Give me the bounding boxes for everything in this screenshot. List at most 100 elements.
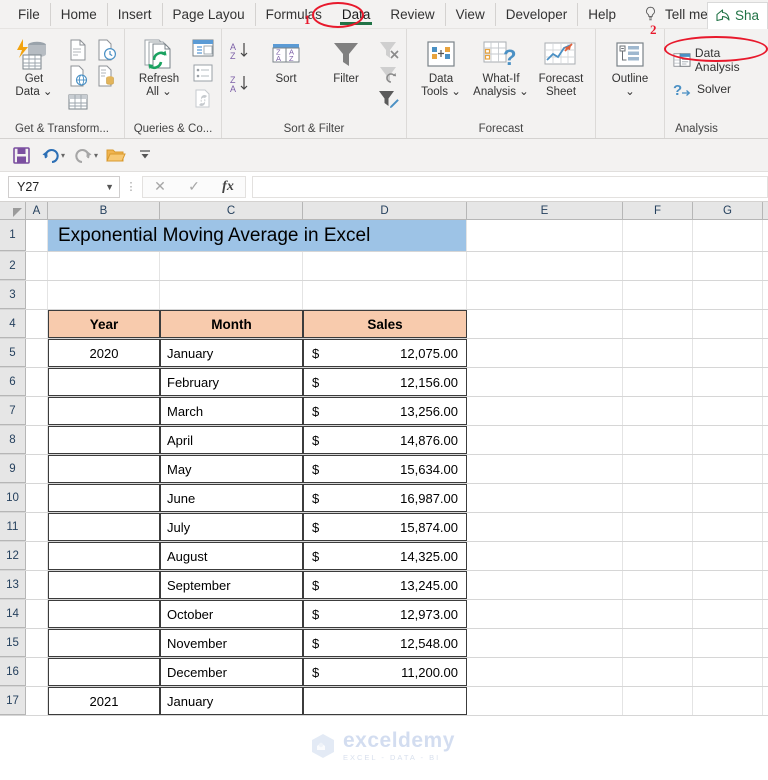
column-header-e[interactable]: E (467, 202, 623, 219)
row-header-2[interactable]: 2 (0, 252, 26, 280)
cell-g17[interactable] (693, 687, 763, 715)
row-header-14[interactable]: 14 (0, 600, 26, 628)
cell-month-17[interactable]: January (160, 687, 303, 715)
cell-g3[interactable] (693, 281, 763, 309)
cell-sales-6[interactable]: $12,156.00 (303, 368, 467, 396)
column-header-a[interactable]: A (26, 202, 48, 219)
sort-button[interactable]: Z A A Z Sort (257, 35, 315, 88)
cell-e8[interactable] (467, 426, 623, 454)
row-header-12[interactable]: 12 (0, 542, 26, 570)
cell-g4[interactable] (693, 310, 763, 338)
cell-f14[interactable] (623, 600, 693, 628)
data-tools-button[interactable]: Data Tools ⌄ (412, 35, 470, 101)
insert-function-icon[interactable]: fx (211, 179, 245, 195)
reapply-filter-icon[interactable] (377, 63, 401, 87)
cell-e2[interactable] (467, 252, 623, 280)
cell-g2[interactable] (693, 252, 763, 280)
cell-a8[interactable] (26, 426, 48, 454)
row-header-5[interactable]: 5 (0, 339, 26, 367)
cell-sales-5[interactable]: $12,075.00 (303, 339, 467, 367)
open-folder-icon[interactable] (103, 143, 129, 167)
name-box[interactable]: Y27 ▼ (8, 175, 120, 198)
cell-e9[interactable] (467, 455, 623, 483)
forecast-sheet-button[interactable]: Forecast Sheet (532, 35, 590, 101)
cell-e16[interactable] (467, 658, 623, 686)
cell-a11[interactable] (26, 513, 48, 541)
row-header-7[interactable]: 7 (0, 397, 26, 425)
table-header-month[interactable]: Month (160, 310, 303, 338)
data-analysis-button[interactable]: Data Analysis (670, 45, 763, 75)
tab-review[interactable]: Review (380, 3, 444, 26)
cell-month-13[interactable]: September (160, 571, 303, 599)
tab-developer[interactable]: Developer (494, 2, 578, 26)
row-header-9[interactable]: 9 (0, 455, 26, 483)
sort-ascending-icon[interactable]: A Z (229, 41, 253, 66)
cell-a7[interactable] (26, 397, 48, 425)
cell-g14[interactable] (693, 600, 763, 628)
from-table-range-icon[interactable] (65, 90, 91, 114)
cell-sales-15[interactable]: $12,548.00 (303, 629, 467, 657)
cell-f7[interactable] (623, 397, 693, 425)
cell-month-14[interactable]: October (160, 600, 303, 628)
cell-e4[interactable] (467, 310, 623, 338)
cell-title-merged[interactable]: Exponential Moving Average in Excel (48, 220, 467, 251)
save-icon[interactable] (8, 143, 34, 167)
formula-bar-grip[interactable]: ⋮ (120, 180, 142, 193)
cell-e17[interactable] (467, 687, 623, 715)
confirm-entry-icon[interactable]: ✓ (177, 178, 211, 195)
cell-month-12[interactable]: August (160, 542, 303, 570)
cell-sales-10[interactable]: $16,987.00 (303, 484, 467, 512)
cell-g10[interactable] (693, 484, 763, 512)
cell-year-7[interactable] (48, 397, 160, 425)
cell-year-6[interactable] (48, 368, 160, 396)
row-header-1[interactable]: 1 (0, 220, 26, 251)
cell-a2[interactable] (26, 252, 48, 280)
get-data-button[interactable]: Get Data ⌄ (5, 35, 63, 101)
cell-e15[interactable] (467, 629, 623, 657)
cell-g11[interactable] (693, 513, 763, 541)
tell-me-box[interactable]: Tell me (644, 6, 708, 22)
column-header-b[interactable]: B (48, 202, 160, 219)
solver-button[interactable]: ? Solver (670, 79, 734, 99)
cell-month-15[interactable]: November (160, 629, 303, 657)
cell-e6[interactable] (467, 368, 623, 396)
cell-g7[interactable] (693, 397, 763, 425)
cancel-entry-icon[interactable]: ✕ (143, 178, 177, 195)
row-header-4[interactable]: 4 (0, 310, 26, 338)
cell-g12[interactable] (693, 542, 763, 570)
cell-sales-17[interactable] (303, 687, 467, 715)
cell-year-15[interactable] (48, 629, 160, 657)
cell-sales-16[interactable]: $11,200.00 (303, 658, 467, 686)
cell-sales-13[interactable]: $13,245.00 (303, 571, 467, 599)
queries-pane-icon[interactable] (190, 37, 216, 61)
cell-year-11[interactable] (48, 513, 160, 541)
row-header-16[interactable]: 16 (0, 658, 26, 686)
cell-a4[interactable] (26, 310, 48, 338)
column-header-d[interactable]: D (303, 202, 467, 219)
row-header-3[interactable]: 3 (0, 281, 26, 309)
name-box-caret-icon[interactable]: ▼ (105, 182, 114, 192)
cell-a10[interactable] (26, 484, 48, 512)
cell-f2[interactable] (623, 252, 693, 280)
cell-sales-8[interactable]: $14,876.00 (303, 426, 467, 454)
cell-e10[interactable] (467, 484, 623, 512)
cell-month-7[interactable]: March (160, 397, 303, 425)
cell-year-5[interactable]: 2020 (48, 339, 160, 367)
customize-qat-icon[interactable] (132, 143, 158, 167)
cell-year-12[interactable] (48, 542, 160, 570)
cell-f3[interactable] (623, 281, 693, 309)
row-header-15[interactable]: 15 (0, 629, 26, 657)
cell-e1[interactable] (467, 220, 623, 251)
tab-view[interactable]: View (444, 2, 495, 26)
cell-f5[interactable] (623, 339, 693, 367)
from-database-icon[interactable] (93, 64, 119, 88)
tab-file[interactable]: File (8, 3, 50, 26)
redo-dropdown-caret[interactable]: ▾ (94, 151, 98, 160)
tab-help[interactable]: Help (577, 2, 626, 26)
cell-g6[interactable] (693, 368, 763, 396)
cell-sales-9[interactable]: $15,634.00 (303, 455, 467, 483)
table-header-year[interactable]: Year (48, 310, 160, 338)
cell-g1[interactable] (693, 220, 763, 251)
cell-e3[interactable] (467, 281, 623, 309)
refresh-all-button[interactable]: Refresh All ⌄ (130, 35, 188, 101)
